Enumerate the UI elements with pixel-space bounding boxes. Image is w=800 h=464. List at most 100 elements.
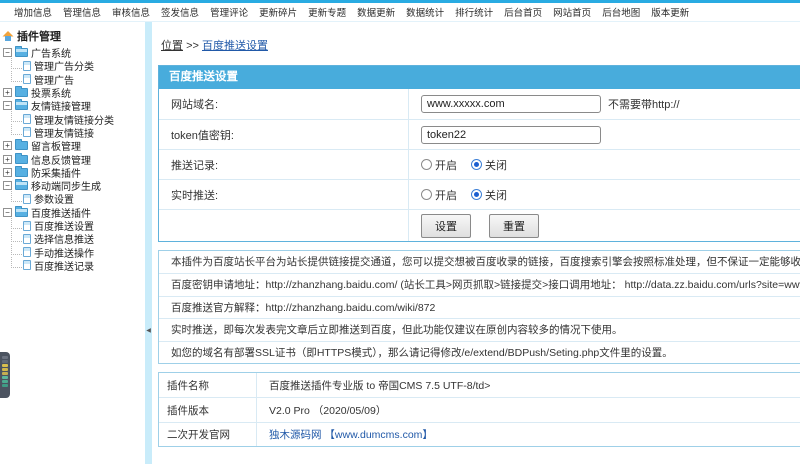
tree-collapse-icon[interactable]: − <box>3 48 12 57</box>
tree-collapse-icon[interactable]: − <box>3 208 12 217</box>
nav-item-sign-info[interactable]: 签发信息 <box>161 5 199 19</box>
tree-collapse-icon[interactable]: − <box>3 101 12 110</box>
nav-item-data-stats[interactable]: 数据统计 <box>406 5 444 19</box>
nav-item-admin-map[interactable]: 后台地图 <box>602 5 640 19</box>
folder-icon <box>15 155 28 164</box>
push-record-off-option[interactable]: 关闭 <box>471 157 507 173</box>
tree-connector <box>11 231 22 242</box>
collapse-arrow-icon[interactable]: ◀ <box>145 327 152 335</box>
file-icon <box>23 61 31 71</box>
nav-item-update-fragments[interactable]: 更新碎片 <box>259 5 297 19</box>
breadcrumb: 位置 >> 百度推送设置 <box>161 37 800 53</box>
folder-open-icon <box>15 48 28 57</box>
nav-item-data-update[interactable]: 数据更新 <box>357 5 395 19</box>
nav-item-update-topics[interactable]: 更新专题 <box>308 5 346 19</box>
form-row-domain: 网站域名: 不需要带http:// <box>159 89 800 119</box>
top-nav: 增加信息 管理信息 审核信息 签发信息 管理评论 更新碎片 更新专题 数据更新 … <box>0 0 800 22</box>
file-icon <box>23 127 31 137</box>
plugin-version-label: 插件版本 <box>159 398 257 422</box>
info-line-realtime-note: 实时推送，即每次发表完文章后立即推送到百度，但此功能仅建议在原创内容较多的情况下… <box>159 318 800 340</box>
domain-label: 网站域名: <box>159 89 409 119</box>
nav-item-manage-info[interactable]: 管理信息 <box>63 5 101 19</box>
realtime-push-off-option[interactable]: 关闭 <box>471 187 507 203</box>
form-row-realtime-push: 实时推送: 开启 关闭 <box>159 179 800 209</box>
dev-site-label: 二次开发官网 <box>159 423 257 447</box>
sidebar-item-push-records[interactable]: 百度推送记录 <box>34 258 94 273</box>
baidu-push-settings-panel: 百度推送设置 网站域名: 不需要带http:// token值密钥: 推送记录:… <box>158 65 800 242</box>
tree-node: 管理友情链接 <box>2 126 145 139</box>
radio-checked-icon[interactable] <box>471 159 482 170</box>
tree-node-baidu-push: − 百度推送插件 <box>2 206 145 219</box>
buttons-label-spacer <box>159 210 409 241</box>
info-line-official-doc-url: 百度推送官方解释：http://zhanzhang.baidu.com/wiki… <box>159 296 800 318</box>
tree-collapse-icon[interactable]: − <box>3 181 12 190</box>
tree-connector <box>11 124 22 135</box>
radio-checked-icon[interactable] <box>471 189 482 200</box>
folder-open-icon <box>15 208 28 217</box>
nav-item-review-info[interactable]: 审核信息 <box>112 5 150 19</box>
token-input[interactable] <box>421 126 601 144</box>
tree-node-vote-system: + 投票系统 <box>2 86 145 99</box>
table-row-dev-site: 二次开发官网 独木源码网 【www.dumcms.com】 <box>159 422 800 447</box>
tree-node: 百度推送记录 <box>2 259 145 272</box>
tree-expand-icon[interactable]: + <box>3 88 12 97</box>
tree-connector <box>11 218 22 229</box>
tree-node: 百度推送设置 <box>2 219 145 232</box>
submit-button[interactable]: 设置 <box>421 214 471 238</box>
info-line-intro: 本插件为百度站长平台为站长提供链接提交通道，您可以提交想被百度收录的链接，百度搜… <box>159 251 800 273</box>
plugin-name-value: 百度推送插件专业版 to 帝国CMS 7.5 UTF-8/td> <box>257 378 490 393</box>
tree-connector <box>11 244 22 255</box>
equalizer-widget-icon[interactable] <box>0 352 10 398</box>
sidebar-splitter[interactable]: ◀ <box>145 22 152 464</box>
plugin-manager-icon <box>2 30 14 42</box>
nav-item-ranking-stats[interactable]: 排行统计 <box>455 5 493 19</box>
nav-item-version-update[interactable]: 版本更新 <box>651 5 689 19</box>
nav-item-site-home[interactable]: 网站首页 <box>553 5 591 19</box>
radio-unchecked-icon[interactable] <box>421 189 432 200</box>
nav-item-manage-comments[interactable]: 管理评论 <box>210 5 248 19</box>
folder-open-icon <box>15 181 28 190</box>
table-row-plugin-version: 插件版本 V2.0 Pro （2020/05/09） <box>159 397 800 422</box>
tree-node-links: − 友情链接管理 <box>2 99 145 112</box>
file-icon <box>23 74 31 84</box>
push-record-label: 推送记录: <box>159 150 409 179</box>
token-label: token值密钥: <box>159 120 409 149</box>
breadcrumb-location-link[interactable]: 位置 <box>161 40 183 52</box>
tree-expand-icon[interactable]: + <box>3 141 12 150</box>
tree-node: 管理广告分类 <box>2 59 145 72</box>
tree-node-ad-system: − 广告系统 <box>2 46 145 59</box>
tree-node: 选择信息推送 <box>2 232 145 245</box>
folder-open-icon <box>15 101 28 110</box>
domain-hint: 不需要带http:// <box>608 96 680 112</box>
file-icon <box>23 194 31 204</box>
tree-node-anticollect: + 防采集插件 <box>2 166 145 179</box>
radio-unchecked-icon[interactable] <box>421 159 432 170</box>
tree-connector <box>11 111 22 122</box>
tree-node-feedback: + 信息反馈管理 <box>2 152 145 165</box>
breadcrumb-current-link[interactable]: 百度推送设置 <box>202 40 268 52</box>
tree-node: 管理广告 <box>2 73 145 86</box>
form-row-push-record: 推送记录: 开启 关闭 <box>159 149 800 179</box>
nav-item-add-info[interactable]: 增加信息 <box>14 5 52 19</box>
file-icon <box>23 234 31 244</box>
realtime-push-on-option[interactable]: 开启 <box>421 187 457 203</box>
tree-connector <box>11 71 22 82</box>
breadcrumb-separator: >> <box>186 40 199 52</box>
push-record-on-option[interactable]: 开启 <box>421 157 457 173</box>
tree-node: 手动推送操作 <box>2 245 145 258</box>
tree-node-mobile-sync: − 移动端同步生成 <box>2 179 145 192</box>
tree-expand-icon[interactable]: + <box>3 155 12 164</box>
folder-icon <box>15 168 28 177</box>
domain-input[interactable] <box>421 95 601 113</box>
file-icon <box>23 221 31 231</box>
reset-button[interactable]: 重置 <box>489 214 539 238</box>
info-line-ssl-note: 如您的域名有部署SSL证书（即HTTPS模式），那么请记得修改/e/extend… <box>159 341 800 363</box>
nav-item-admin-home[interactable]: 后台首页 <box>504 5 542 19</box>
tree-connector <box>11 58 22 69</box>
plugin-name-label: 插件名称 <box>159 373 257 398</box>
plugin-version-value: V2.0 Pro （2020/05/09） <box>257 403 386 418</box>
tree-node-guestbook: + 留言板管理 <box>2 139 145 152</box>
main-content: 位置 >> 百度推送设置 百度推送设置 网站域名: 不需要带http:// to… <box>152 22 800 464</box>
tree-expand-icon[interactable]: + <box>3 168 12 177</box>
dev-site-link[interactable]: 独木源码网 【www.dumcms.com】 <box>269 429 433 441</box>
